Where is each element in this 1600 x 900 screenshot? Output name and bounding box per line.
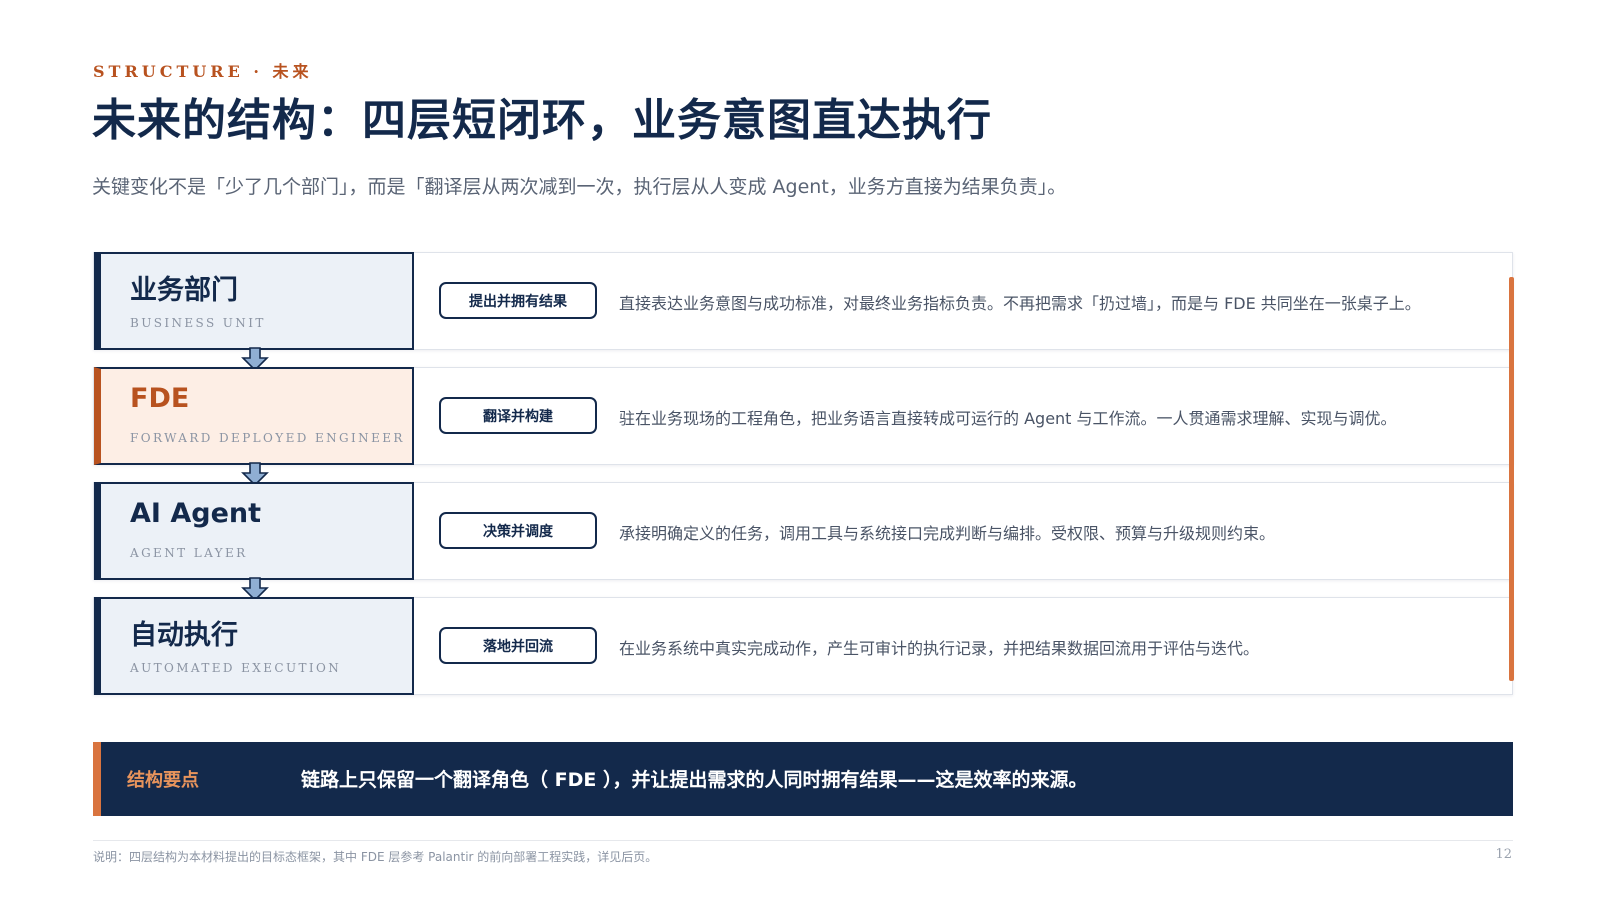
- layer-title: 自动执行: [130, 620, 238, 651]
- layer-row-execution: 自动执行 AUTOMATED EXECUTION 落地并回流 在业务系统中真实完…: [93, 597, 1513, 695]
- page-title: 未来的结构：四层短闭环，业务意图直达执行: [92, 95, 992, 146]
- layer-box-execution: 自动执行 AUTOMATED EXECUTION: [94, 597, 414, 695]
- layer-row-fde: FDE FORWARD DEPLOYED ENGINEER 翻译并构建 驻在业务…: [93, 367, 1513, 465]
- layer-row-agent: AI Agent AGENT LAYER 决策并调度 承接明确定义的任务，调用工…: [93, 482, 1513, 580]
- layer-subtitle: FORWARD DEPLOYED ENGINEER: [130, 431, 405, 445]
- layer-role-tag: 翻译并构建: [439, 397, 597, 434]
- layer-box-agent: AI Agent AGENT LAYER: [94, 482, 414, 580]
- layer-description: 承接明确定义的任务，调用工具与系统接口完成判断与编排。受权限、预算与升级规则约束…: [619, 524, 1276, 543]
- layer-row-business: 业务部门 BUSINESS UNIT 提出并拥有结果 直接表达业务意图与成功标准…: [93, 252, 1513, 350]
- layer-subtitle: AUTOMATED EXECUTION: [130, 661, 342, 675]
- layer-role-tag: 落地并回流: [439, 627, 597, 664]
- page-number: 12: [1495, 847, 1512, 862]
- page-subtitle: 关键变化不是「少了几个部门」，而是「翻译层从两次减到一次，执行层从人变成 Age…: [92, 176, 1067, 198]
- key-point-banner: 结构要点 链路上只保留一个翻译角色（ FDE ），并让提出需求的人同时拥有结果—…: [93, 742, 1513, 816]
- layer-title: FDE: [130, 383, 190, 414]
- layer-role-tag: 提出并拥有结果: [439, 282, 597, 319]
- layer-title: 业务部门: [130, 275, 238, 306]
- layer-subtitle: AGENT LAYER: [130, 546, 248, 560]
- layer-box-business: 业务部门 BUSINESS UNIT: [94, 252, 414, 350]
- accent-bar: [1509, 277, 1514, 681]
- key-point-label: 结构要点: [127, 770, 199, 791]
- layer-title: AI Agent: [130, 498, 262, 529]
- layer-box-fde: FDE FORWARD DEPLOYED ENGINEER: [94, 367, 414, 465]
- layer-subtitle: BUSINESS UNIT: [130, 316, 266, 330]
- layer-description: 驻在业务现场的工程角色，把业务语言直接转成可运行的 Agent 与工作流。一人贯…: [619, 409, 1397, 428]
- layer-role-tag: 决策并调度: [439, 512, 597, 549]
- layer-description: 在业务系统中真实完成动作，产生可审计的执行记录，并把结果数据回流用于评估与迭代。: [619, 639, 1260, 658]
- key-point-text: 链路上只保留一个翻译角色（ FDE ），并让提出需求的人同时拥有结果——这是效率…: [301, 769, 1088, 791]
- footer-divider: [93, 840, 1513, 841]
- footer-note: 说明：四层结构为本材料提出的目标态框架，其中 FDE 层参考 Palantir …: [93, 850, 658, 864]
- eyebrow: STRUCTURE · 未来: [93, 62, 313, 81]
- layer-description: 直接表达业务意图与成功标准，对最终业务指标负责。不再把需求「扔过墙」，而是与 F…: [619, 294, 1421, 313]
